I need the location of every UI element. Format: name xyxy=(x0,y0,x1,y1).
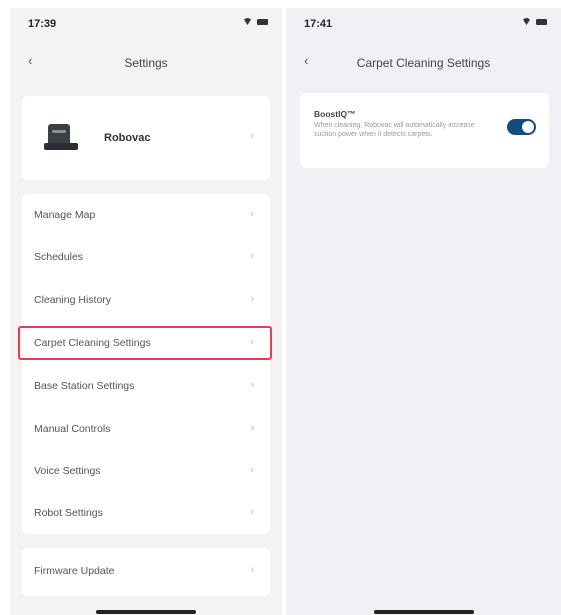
chevron-right-icon: › xyxy=(250,464,254,476)
settings-list: Manage Map › Schedules › Cleaning Histor… xyxy=(18,194,272,534)
menu-item-manual-controls[interactable]: Manual Controls › xyxy=(22,408,270,450)
status-bar: 17:41 xyxy=(286,8,561,36)
chevron-right-icon: › xyxy=(250,336,254,348)
menu-item-label: Carpet Cleaning Settings xyxy=(34,337,151,349)
chevron-right-icon: › xyxy=(250,130,254,142)
status-time: 17:41 xyxy=(304,18,333,30)
wifi-icon xyxy=(243,18,252,25)
home-indicator xyxy=(373,610,474,614)
boostiq-description: When cleaning, Robovac will automaticall… xyxy=(314,122,475,138)
menu-item-label: Schedules xyxy=(34,251,84,263)
wifi-icon xyxy=(522,18,531,25)
menu-item-label: Cleaning History xyxy=(34,294,112,306)
menu-item-robot-settings[interactable]: Robot Settings › xyxy=(22,492,270,534)
carpet-settings-screen: 17:41 ‹ Carpet Cleaning Settings BoostIQ… xyxy=(286,8,561,615)
chevron-right-icon: › xyxy=(250,564,254,576)
nav-bar: ‹ Carpet Cleaning Settings xyxy=(286,46,561,76)
chevron-right-icon: › xyxy=(250,379,254,391)
robot-card[interactable]: Robovac › xyxy=(22,96,270,180)
menu-item-firmware-update[interactable]: Firmware Update › xyxy=(22,548,270,596)
menu-item-label: Voice Settings xyxy=(34,465,101,477)
status-bar: 17:39 xyxy=(10,8,282,36)
menu-item-cleaning-history[interactable]: Cleaning History › xyxy=(22,279,270,321)
boostiq-card: BoostIQ™ When cleaning, Robovac will aut… xyxy=(300,93,549,168)
menu-item-manage-map[interactable]: Manage Map › xyxy=(22,194,270,236)
status-time: 17:39 xyxy=(28,18,57,30)
chevron-right-icon: › xyxy=(250,250,254,262)
menu-item-label: Robot Settings xyxy=(34,507,103,519)
menu-item-base-station-settings[interactable]: Base Station Settings › xyxy=(22,365,270,407)
battery-icon xyxy=(536,18,547,25)
home-indicator xyxy=(96,610,196,614)
menu-item-carpet-cleaning-settings[interactable]: Carpet Cleaning Settings › xyxy=(18,322,272,364)
menu-item-label: Base Station Settings xyxy=(34,380,135,392)
page-title: Carpet Cleaning Settings xyxy=(356,56,491,70)
boostiq-toggle[interactable] xyxy=(507,119,536,135)
menu-item-label: Firmware Update xyxy=(34,565,115,577)
chevron-right-icon: › xyxy=(250,208,254,220)
boostiq-title: BoostIQ™ xyxy=(314,109,356,119)
menu-item-label: Manage Map xyxy=(34,209,96,221)
settings-screen: 17:39 ‹ Settings Robovac › Manage Map › … xyxy=(10,8,282,615)
menu-item-label: Manual Controls xyxy=(34,423,111,435)
robot-name: Robovac xyxy=(104,132,151,144)
toggle-knob xyxy=(522,121,534,133)
nav-bar: ‹ Settings xyxy=(10,46,282,76)
menu-item-schedules[interactable]: Schedules › xyxy=(22,236,270,278)
chevron-right-icon: › xyxy=(250,506,254,518)
chevron-right-icon: › xyxy=(250,293,254,305)
page-title: Settings xyxy=(124,56,168,70)
robot-vacuum-icon xyxy=(44,124,78,152)
battery-icon xyxy=(257,18,268,25)
menu-item-voice-settings[interactable]: Voice Settings › xyxy=(22,450,270,492)
chevron-right-icon: › xyxy=(250,422,254,434)
